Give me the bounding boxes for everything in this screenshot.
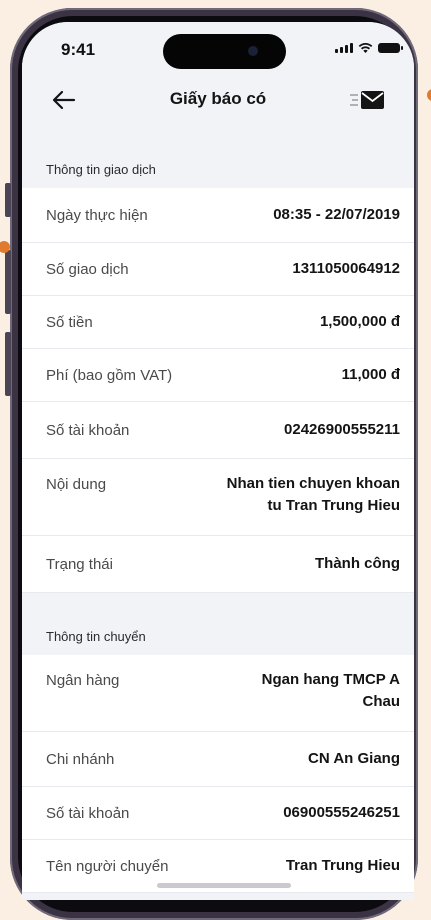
row-label: Nội dung	[46, 476, 107, 493]
detail-row: Nội dung Nhan tien chuyen khoan tu Tran …	[22, 459, 414, 536]
detail-row: Trạng thái Thành công	[22, 536, 414, 593]
battery-icon	[378, 43, 403, 53]
detail-row: Số tiền 1,500,000 đ	[22, 296, 414, 349]
row-value: Nhan tien chuyen khoan tu Tran Trung Hie…	[227, 459, 400, 517]
row-label: Số tài khoản	[46, 421, 130, 439]
row-value: 06900555246251	[283, 804, 400, 821]
row-label: Số giao dịch	[46, 260, 129, 278]
row-label: Chi nhánh	[46, 750, 115, 768]
volume-up-button	[5, 250, 11, 314]
row-label: Ngân hàng	[46, 672, 120, 689]
row-label: Phí (bao gồm VAT)	[46, 366, 173, 384]
row-label: Số tài khoản	[46, 804, 130, 822]
detail-row: Chi nhánh CN An Giang	[22, 732, 414, 787]
detail-row: Ngày thực hiện 08:35 - 22/07/2019	[22, 188, 414, 243]
section-title: Thông tin chuyển	[46, 629, 146, 644]
mute-switch	[5, 183, 11, 217]
row-value: 1,500,000 đ	[319, 313, 400, 330]
camera-icon	[248, 46, 258, 56]
status-bar: 9:41	[22, 22, 414, 74]
row-value-line2: tu Tran Trung Hieu	[267, 497, 400, 514]
app-screen: 9:41 Giấy báo có Thông tin giao dịch Ngà…	[22, 22, 414, 900]
row-label: Tên người chuyển	[46, 857, 169, 875]
row-value-line2: Chau	[362, 693, 401, 710]
detail-row: Phí (bao gồm VAT) 11,000 đ	[22, 349, 414, 402]
status-icons	[335, 42, 403, 53]
row-value-line1: Nhan tien chuyen khoan	[226, 475, 400, 492]
row-value: Ngan hang TMCP A Chau	[262, 655, 400, 713]
row-value: 11,000 đ	[341, 366, 400, 383]
volume-down-button	[5, 332, 11, 396]
row-label: Ngày thực hiện	[46, 206, 148, 224]
detail-row: Số giao dịch 1311050064912	[22, 243, 414, 296]
status-time: 9:41	[61, 40, 96, 59]
row-label: Trạng thái	[46, 555, 113, 573]
row-label: Số tiền	[46, 313, 93, 331]
row-value: 02426900555211	[284, 421, 400, 438]
row-value: 1311050064912	[292, 260, 400, 277]
detail-row: Số tài khoản 02426900555211	[22, 402, 414, 459]
row-value: CN An Giang	[308, 750, 400, 767]
detail-row: Số tài khoản 06900555246251	[22, 787, 414, 840]
section-header-sender: Thông tin chuyển	[22, 593, 414, 655]
home-indicator[interactable]	[157, 883, 291, 888]
signal-icon	[335, 43, 353, 53]
envelope-icon[interactable]	[350, 89, 386, 111]
section-title: Thông tin giao dịch	[46, 162, 156, 177]
row-value: Thành công	[315, 555, 400, 572]
detail-content: Thông tin giao dịch Ngày thực hiện 08:35…	[22, 126, 414, 893]
dynamic-island	[163, 34, 286, 69]
wifi-icon	[358, 42, 373, 53]
row-value-line1: Ngan hang TMCP A	[261, 671, 400, 688]
row-value: Tran Trung Hieu	[285, 857, 400, 874]
section-header-transaction: Thông tin giao dịch	[22, 126, 414, 188]
annotation-dot-right	[427, 89, 431, 101]
nav-bar: Giấy báo có	[22, 74, 414, 126]
row-value: 08:35 - 22/07/2019	[273, 206, 400, 223]
detail-row: Ngân hàng Ngan hang TMCP A Chau	[22, 655, 414, 732]
